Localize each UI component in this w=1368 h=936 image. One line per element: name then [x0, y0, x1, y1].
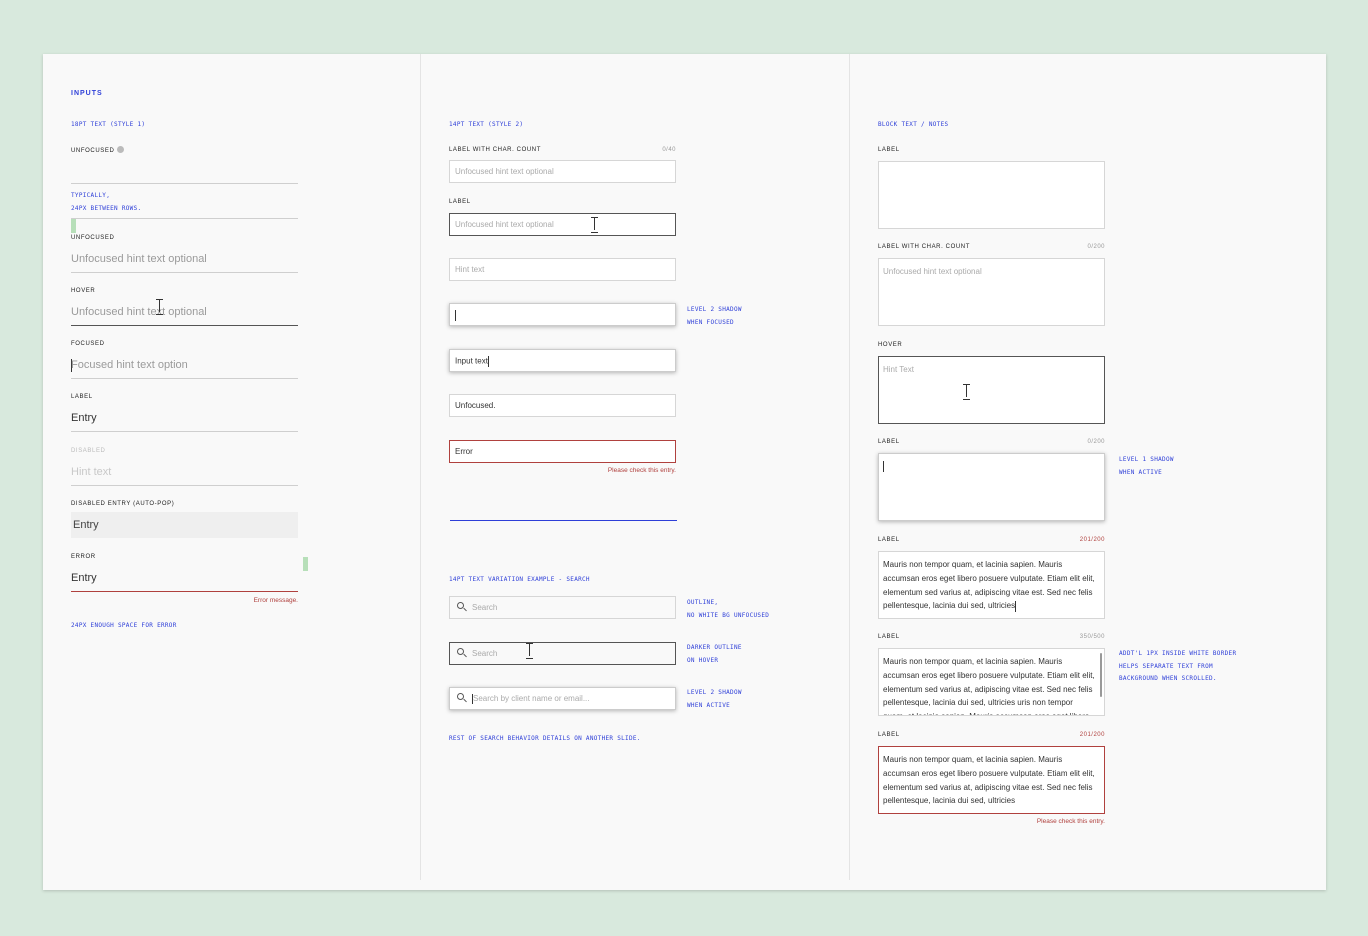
- field-label-row: LABEL 350/500: [878, 634, 1105, 640]
- textarea-error[interactable]: Mauris non tempor quam, et lacinia sapie…: [878, 746, 1105, 814]
- section-title: INPUTS: [71, 90, 103, 97]
- spacing-rule: [71, 218, 298, 219]
- annotation-search-2: DARKER OUTLINE ON HOVER: [687, 644, 742, 664]
- textarea-empty[interactable]: [878, 161, 1105, 229]
- underline-input-autopop: Entry: [71, 512, 298, 538]
- info-icon[interactable]: [117, 146, 125, 153]
- text-input-unfocused[interactable]: Unfocused.: [449, 394, 676, 417]
- field-label: LABEL: [71, 394, 93, 400]
- field-label-row: LABEL 201/200: [878, 732, 1105, 738]
- field-label: DISABLED ENTRY (AUTO-POP): [71, 501, 175, 507]
- annotation-scroll: ADDT'L 1PX INSIDE WHITE BORDER HELPS SEPA…: [1119, 650, 1237, 682]
- text-input-hint[interactable]: Hint text: [449, 258, 676, 281]
- spacing-marker: [71, 219, 76, 233]
- field-label: LABEL: [878, 147, 900, 153]
- underline-input-disabled: Hint text: [71, 462, 298, 486]
- text-input-typing[interactable]: Input text: [449, 349, 676, 372]
- underline-input-entry[interactable]: Entry: [71, 408, 298, 432]
- field-label: LABEL: [449, 199, 471, 205]
- search-icon: [457, 648, 464, 655]
- style-caption: 18PT TEXT (STYLE 1): [71, 121, 146, 128]
- annotation-search-3: LEVEL 2 SHADOW WHEN ACTIVE: [687, 689, 742, 709]
- field-label: UNFOCUSED: [71, 235, 115, 241]
- textarea-scrolled[interactable]: Mauris non tempor quam, et lacinia sapie…: [878, 648, 1105, 716]
- textarea-hover[interactable]: Hint Text: [878, 356, 1105, 424]
- error-spacing-note: 24PX ENOUGH SPACE FOR ERROR: [71, 622, 177, 629]
- textarea-filled[interactable]: Mauris non tempor quam, et lacinia sapie…: [878, 551, 1105, 619]
- field-label: UNFOCUSED: [71, 146, 125, 154]
- field-label: HOVER: [71, 288, 96, 294]
- style-caption: 14PT TEXT (STYLE 2): [449, 121, 524, 128]
- error-message: Error message.: [253, 597, 298, 604]
- text-cursor-icon: [963, 384, 970, 400]
- field-label: LABEL: [878, 537, 900, 543]
- annotation-search-1: OUTLINE, NO WHITE BG UNFOCUSED: [687, 599, 770, 619]
- spacing-note: TYPICALLY, 24PX BETWEEN ROWS.: [71, 192, 142, 212]
- field-label: DISABLED: [71, 448, 106, 454]
- char-count: 0/40: [662, 147, 676, 153]
- spacing-marker: [303, 557, 308, 571]
- search-caption: 14PT TEXT VARIATION EXAMPLE - SEARCH: [449, 576, 590, 583]
- text-cursor-icon: [526, 643, 533, 659]
- search-footer-note: REST OF SEARCH BEHAVIOR DETAILS ON ANOTH…: [449, 735, 641, 742]
- underline-input-hover[interactable]: Unfocused hint text optional: [71, 302, 298, 326]
- search-icon: [457, 602, 464, 609]
- scrollbar[interactable]: [1100, 653, 1102, 697]
- style-caption: BLOCK TEXT / NOTES: [878, 121, 949, 128]
- accent-rule: [450, 520, 677, 521]
- field-label: LABEL WITH CHAR. COUNT: [449, 147, 541, 153]
- text-caret: [883, 461, 884, 473]
- field-label: HOVER: [878, 342, 903, 348]
- field-label: ERROR: [71, 554, 96, 560]
- error-message: Please check this entry.: [607, 467, 676, 474]
- text-input-focused[interactable]: [449, 303, 676, 326]
- char-count: 201/200: [1079, 732, 1105, 738]
- error-message: Please check this entry.: [1036, 818, 1105, 825]
- char-count: 0/200: [1087, 439, 1105, 445]
- underline-input-unfocused[interactable]: Unfocused hint text optional: [71, 249, 298, 273]
- field-label: FOCUSED: [71, 341, 105, 347]
- char-count: 201/200: [1079, 537, 1105, 543]
- field-label: LABEL WITH CHAR. COUNT: [878, 244, 970, 250]
- text-cursor-icon: [156, 299, 163, 315]
- textarea-active[interactable]: [878, 453, 1105, 521]
- text-input-charcount[interactable]: Unfocused hint text optional: [449, 160, 676, 183]
- text-input-error[interactable]: Error: [449, 440, 676, 463]
- text-input-hover[interactable]: Unfocused hint text optional: [449, 213, 676, 236]
- search-input-active[interactable]: Search by client name or email...: [449, 687, 676, 710]
- field-label-row: LABEL WITH CHAR. COUNT 0/200: [878, 244, 1105, 250]
- underline-input-empty[interactable]: [71, 160, 298, 184]
- field-label-row: LABEL WITH CHAR. COUNT 0/40: [449, 147, 676, 153]
- char-count: 0/200: [1087, 244, 1105, 250]
- input-value: Input text: [455, 356, 488, 366]
- textarea-charcount[interactable]: Unfocused hint text optional: [878, 258, 1105, 326]
- underline-input-error[interactable]: Entry: [71, 568, 298, 592]
- field-label: LABEL: [878, 732, 900, 738]
- field-label: LABEL: [878, 439, 900, 445]
- text-caret: [1015, 600, 1017, 612]
- annotation-active: LEVEL 1 SHADOW WHEN ACTIVE: [1119, 456, 1174, 476]
- field-label-row: LABEL 201/200: [878, 537, 1105, 543]
- column-divider-1: [420, 54, 421, 880]
- field-label-row: LABEL 0/200: [878, 439, 1105, 445]
- underline-input-focused[interactable]: Focused hint text option: [71, 355, 298, 379]
- annotation-focused: LEVEL 2 SHADOW WHEN FOCUSED: [687, 306, 742, 326]
- design-sheet: INPUTS 18PT TEXT (STYLE 1) UNFOCUSED TYP…: [43, 54, 1326, 890]
- search-input-unfocused[interactable]: Search: [449, 596, 676, 619]
- column-divider-2: [849, 54, 850, 880]
- text-caret: [487, 356, 489, 367]
- textarea-value: Mauris non tempor quam, et lacinia sapie…: [883, 560, 1095, 611]
- search-icon: [457, 693, 464, 700]
- char-count: 350/500: [1079, 634, 1105, 640]
- text-caret: [455, 310, 456, 321]
- search-input-hover[interactable]: Search: [449, 642, 676, 665]
- field-label: LABEL: [878, 634, 900, 640]
- textarea-value: Mauris non tempor quam, et lacinia sapie…: [883, 657, 1095, 715]
- text-cursor-icon: [591, 217, 598, 233]
